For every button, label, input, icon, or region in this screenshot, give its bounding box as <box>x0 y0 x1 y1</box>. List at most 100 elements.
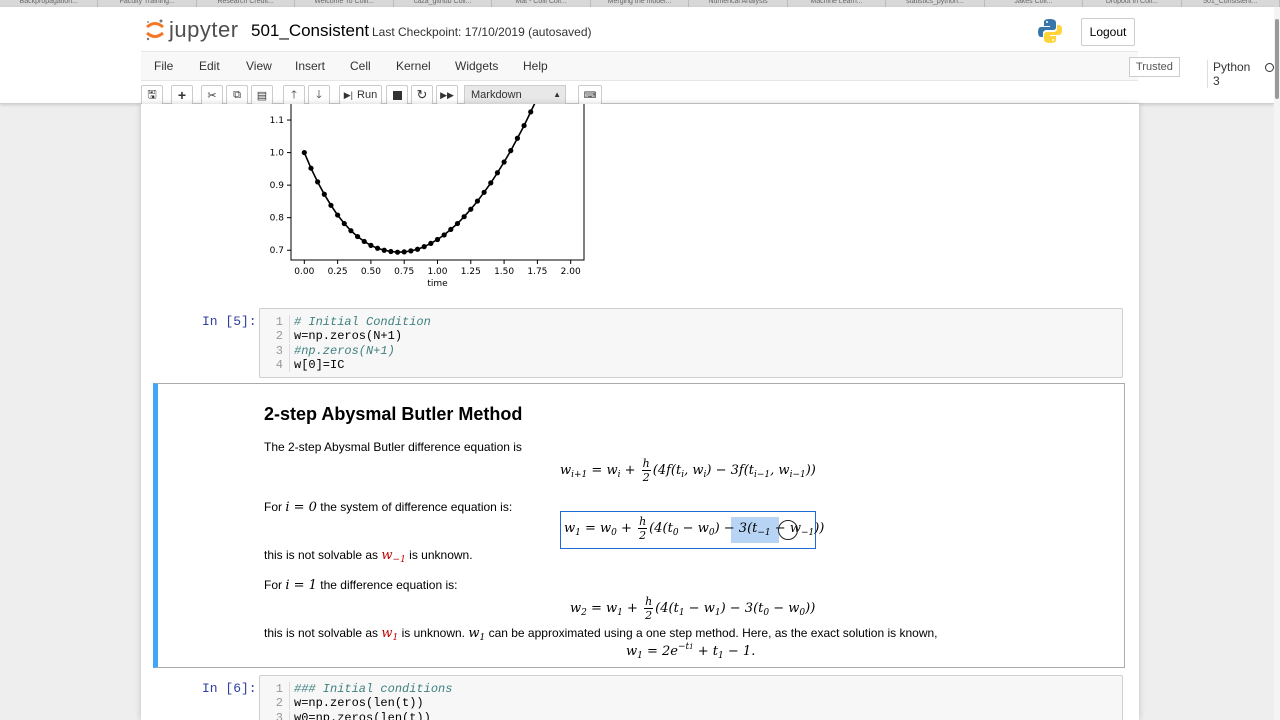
line-number: 3 <box>260 344 290 358</box>
scrollbar-thumb[interactable] <box>1275 19 1279 99</box>
stop-icon <box>392 90 402 100</box>
menu-widgets[interactable]: Widgets <box>455 59 498 73</box>
checkpoint-text: Last Checkpoint: 17/10/2019 <box>372 25 525 39</box>
x-tick-label: 1.50 <box>494 267 514 277</box>
x-tick-label: 1.00 <box>427 267 447 277</box>
data-point <box>501 159 507 165</box>
refresh-icon: ↻ <box>416 87 428 102</box>
y-tick-label: 1.0 <box>270 149 285 159</box>
data-point <box>508 148 514 154</box>
notebook-header: jupyter 501_Consistent Last Checkpoint: … <box>0 7 1274 117</box>
move-up-button[interactable]: 🡑 <box>283 85 305 105</box>
save-button[interactable]: 🖫 <box>141 85 163 105</box>
code-line: ### Initial conditions <box>294 682 453 696</box>
scissors-icon: ✂ <box>207 89 217 102</box>
browser-tab-strip[interactable]: Backpropagation... Faculty Training... Res… <box>0 0 1280 7</box>
menu-file[interactable]: File <box>154 59 173 73</box>
markdown-paragraph: this is not solvable as w1 is unknown. w… <box>264 626 938 643</box>
browser-tab[interactable]: caza_github Coll... <box>394 0 493 7</box>
menu-view[interactable]: View <box>246 59 272 73</box>
code-line: w[0]=IC <box>294 358 345 372</box>
x-tick-label: 0.00 <box>294 267 314 277</box>
insert-cell-button[interactable]: + <box>171 85 193 105</box>
run-button[interactable]: ▶| Run <box>339 85 382 105</box>
browser-tab[interactable]: Jakes Coll... <box>985 0 1084 7</box>
line-number: 1 <box>260 682 290 696</box>
notebook-name[interactable]: 501_Consistent <box>251 21 369 41</box>
copy-icon: ⧉ <box>233 88 241 101</box>
code-line: w=np.zeros(N+1) <box>294 329 403 343</box>
browser-tab[interactable]: 501_Consistent... <box>1182 0 1280 7</box>
code-line: w=np.zeros(len(t)) <box>294 696 424 710</box>
data-point <box>521 122 527 129</box>
kernel-name[interactable]: Python 3 <box>1207 60 1250 88</box>
line-number: 3 <box>260 711 290 720</box>
trusted-indicator[interactable]: Trusted <box>1129 57 1180 77</box>
equation-exact: w1 = 2e−t1 + t1 − 1. <box>626 642 756 661</box>
input-prompt-6: In [6]: <box>202 681 257 696</box>
move-down-button[interactable]: 🡓 <box>308 85 330 105</box>
data-point <box>488 180 494 186</box>
restart-run-all-button[interactable]: ▶▶ <box>436 85 458 105</box>
command-palette-button[interactable]: ⌨ <box>578 85 602 105</box>
plus-icon: + <box>177 87 187 103</box>
inline-math: w−1 <box>381 548 405 565</box>
data-point <box>335 212 341 218</box>
menu-insert[interactable]: Insert <box>295 59 325 73</box>
browser-tab[interactable]: Machine Learn... <box>788 0 887 7</box>
text: the system of difference equation is: <box>320 500 513 514</box>
menu-kernel[interactable]: Kernel <box>396 59 431 73</box>
data-point <box>421 244 427 250</box>
inline-math: i = 1 <box>285 578 317 593</box>
x-tick-label: 0.75 <box>394 267 414 277</box>
save-icon: 🖫 <box>147 88 157 101</box>
paste-button[interactable]: ▤ <box>251 85 273 105</box>
menu-cell[interactable]: Cell <box>350 59 371 73</box>
equation-ab2: wi+1 = wi + h 2 (4f(ti, wi) − 3f(ti−1, wi−… <box>560 457 816 484</box>
browser-tab[interactable]: Welcome To Colli... <box>295 0 394 7</box>
data-point <box>448 226 454 233</box>
browser-tab[interactable]: Numerical Analysis <box>689 0 788 7</box>
input-prompt-5: In [5]: <box>202 314 257 329</box>
page-scrollbar[interactable] <box>1274 7 1280 720</box>
browser-tab[interactable]: statistics_python... <box>886 0 985 7</box>
selected-equation[interactable]: w1 = w0 + h 2 (4(t0 − w0) − 3(t−1 − w−1)) <box>560 511 824 549</box>
cell-type-select[interactable]: Markdown▲▼ <box>464 85 566 117</box>
interrupt-button[interactable] <box>386 85 408 105</box>
data-point <box>354 233 361 240</box>
data-point <box>381 247 387 253</box>
browser-tab[interactable]: Mat - Colli Coll... <box>492 0 591 7</box>
paste-icon: ▤ <box>256 89 268 102</box>
menu-help[interactable]: Help <box>523 59 548 73</box>
logo-text: jupyter <box>169 17 239 42</box>
browser-tab[interactable]: Research Credit... <box>197 0 296 7</box>
kernel-status-icon <box>1265 63 1274 72</box>
browser-tab[interactable]: Backpropagation... <box>0 0 99 7</box>
mouse-cursor-highlight <box>778 520 798 540</box>
browser-tab[interactable]: Dropout in Coll... <box>1083 0 1182 7</box>
restart-button[interactable]: ↻ <box>411 85 433 105</box>
python-logo-icon <box>1038 18 1062 44</box>
math-var: w <box>381 548 393 563</box>
data-point <box>408 248 414 254</box>
logout-button[interactable]: Logout <box>1081 18 1135 46</box>
code-cell-5[interactable]: 1 2 3 4 # Initial Condition w=np.zeros(N… <box>259 308 1123 378</box>
text: can be approximated using a one step met… <box>488 626 938 640</box>
data-point <box>428 240 434 246</box>
code-cell-6[interactable]: 1 2 3 ### Initial conditions w=np.zeros(… <box>259 675 1123 720</box>
data-point <box>454 220 461 227</box>
copy-button[interactable]: ⧉ <box>226 85 248 105</box>
markdown-cell[interactable]: 2-step Abysmal Butler Method The 2-step … <box>153 383 1125 668</box>
x-tick-label: 0.50 <box>361 267 381 277</box>
equation-i1: w2 = w1 + h 2 (4(t1 − w1) − 3(t0 − w0)) <box>570 595 816 622</box>
browser-tab[interactable]: Faculty Training... <box>98 0 197 7</box>
line-number: 4 <box>260 358 290 372</box>
text: the difference equation is: <box>320 578 458 592</box>
jupyter-logo[interactable]: jupyter <box>145 17 239 43</box>
menu-edit[interactable]: Edit <box>199 59 220 73</box>
math-sub: 1 <box>392 633 399 643</box>
markdown-paragraph: this is not solvable as w−1 is unknown. <box>264 548 473 565</box>
browser-tab[interactable]: Merging the model... <box>591 0 690 7</box>
cut-button[interactable]: ✂ <box>201 85 223 105</box>
data-point <box>368 242 374 248</box>
